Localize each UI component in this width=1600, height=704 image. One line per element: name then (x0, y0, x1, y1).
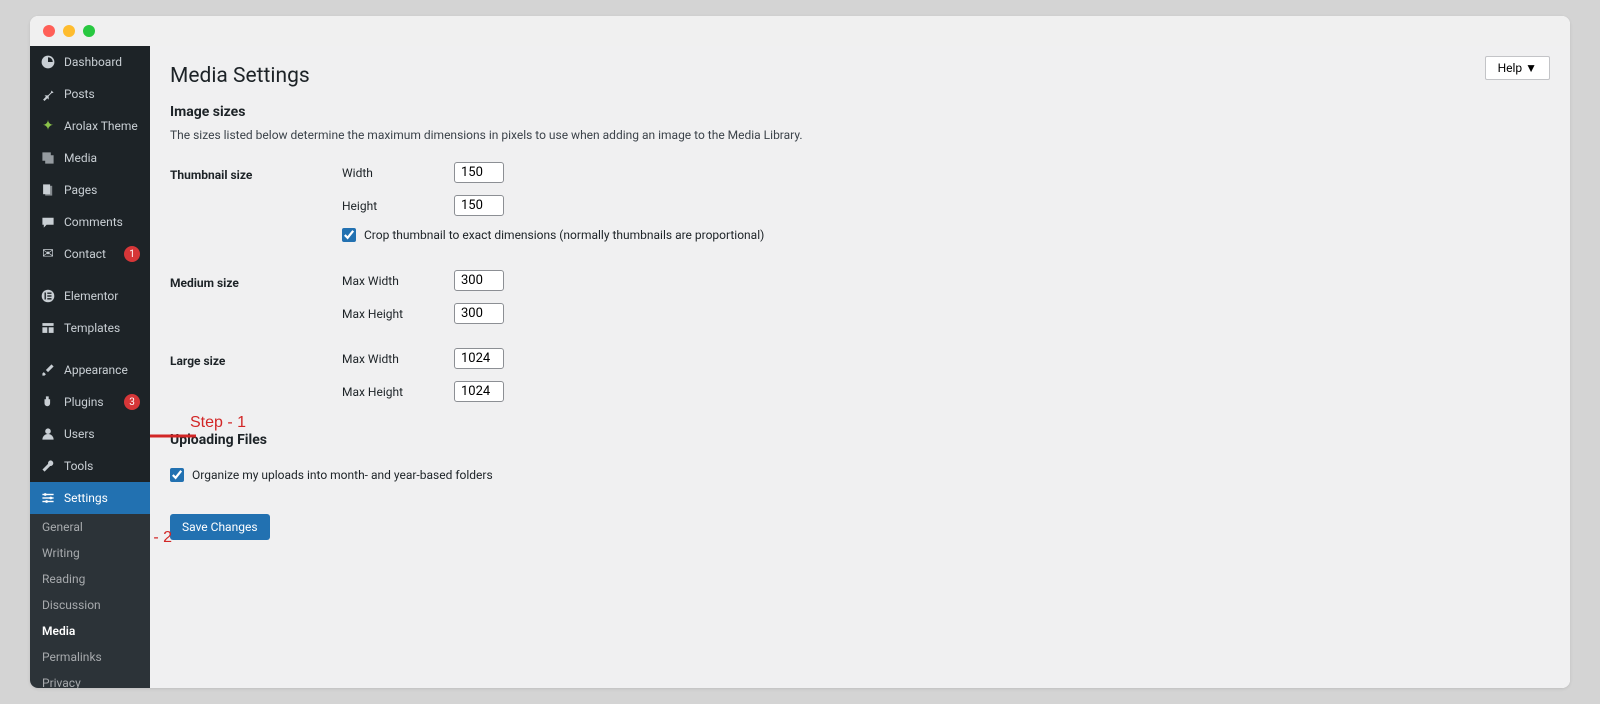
sidebar-item-label: Posts (64, 87, 95, 101)
sidebar-item-users[interactable]: Users (30, 418, 150, 450)
organize-label: Organize my uploads into month- and year… (192, 468, 493, 482)
sidebar-item-comments[interactable]: Comments (30, 206, 150, 238)
submenu-discussion[interactable]: Discussion (30, 592, 150, 618)
annotation-step1: Step - 1 (190, 414, 246, 432)
sidebar-item-label: Pages (64, 183, 97, 197)
section-uploading: Uploading Files (170, 432, 1550, 448)
sidebar-item-label: Media (64, 151, 97, 165)
comments-icon (40, 214, 56, 230)
crop-checkbox[interactable] (342, 228, 356, 242)
thumbnail-label: Thumbnail size (170, 162, 342, 182)
sidebar-item-templates[interactable]: Templates (30, 312, 150, 344)
sidebar-item-label: Appearance (64, 363, 128, 377)
sidebar-item-tools[interactable]: Tools (30, 450, 150, 482)
large-maxw-input[interactable] (454, 348, 504, 369)
sidebar-item-media[interactable]: Media (30, 142, 150, 174)
wrench-icon (40, 458, 56, 474)
window-maximize-dot[interactable] (83, 25, 95, 37)
sidebar-item-label: Users (64, 427, 95, 441)
image-sizes-desc: The sizes listed below determine the max… (170, 128, 1550, 142)
sidebar-item-label: Comments (64, 215, 123, 229)
submenu-reading[interactable]: Reading (30, 566, 150, 592)
sidebar-item-pages[interactable]: Pages (30, 174, 150, 206)
sidebar-item-label: Elementor (64, 289, 118, 303)
submenu-privacy[interactable]: Privacy (30, 670, 150, 688)
sidebar-item-appearance[interactable]: Appearance (30, 354, 150, 386)
submenu-writing[interactable]: Writing (30, 540, 150, 566)
thumb-width-label: Width (342, 166, 442, 180)
sidebar-item-dashboard[interactable]: Dashboard (30, 46, 150, 78)
row-large: Large size Max Width Max Height (170, 348, 1550, 414)
sidebar-item-label: Templates (64, 321, 120, 335)
settings-submenu: General Writing Reading Discussion Media… (30, 514, 150, 688)
large-maxh-input[interactable] (454, 381, 504, 402)
templates-icon (40, 320, 56, 336)
medium-maxh-input[interactable] (454, 303, 504, 324)
sidebar-item-settings[interactable]: Settings (30, 482, 150, 514)
media-icon (40, 150, 56, 166)
pages-icon (40, 182, 56, 198)
medium-maxh-label: Max Height (342, 307, 442, 321)
sidebar-item-arolax[interactable]: ✦ Arolax Theme (30, 110, 150, 142)
sidebar-item-label: Arolax Theme (64, 119, 138, 133)
crop-label: Crop thumbnail to exact dimensions (norm… (364, 228, 764, 242)
envelope-icon: ✉ (40, 246, 56, 262)
brush-icon (40, 362, 56, 378)
sidebar-item-label: Contact (64, 247, 106, 261)
large-label: Large size (170, 348, 342, 368)
sidebar-item-elementor[interactable]: Elementor (30, 280, 150, 312)
plug-icon (40, 394, 56, 410)
help-tab[interactable]: Help ▼ (1485, 56, 1550, 80)
section-image-sizes: Image sizes (170, 104, 1550, 120)
sliders-icon (40, 490, 56, 506)
main-content: Help ▼ Media Settings Image sizes The si… (150, 46, 1570, 688)
window-chrome (30, 16, 1570, 46)
page-title: Media Settings (170, 64, 1550, 88)
organize-checkbox[interactable] (170, 468, 184, 482)
contact-badge: 1 (124, 246, 140, 262)
sidebar-item-label: Settings (64, 491, 108, 505)
window-close-dot[interactable] (43, 25, 55, 37)
sidebar-item-plugins[interactable]: Plugins 3 (30, 386, 150, 418)
sidebar-item-label: Dashboard (64, 55, 122, 69)
sidebar-item-contact[interactable]: ✉ Contact 1 (30, 238, 150, 270)
sidebar-item-label: Plugins (64, 395, 104, 409)
theme-icon: ✦ (40, 118, 56, 134)
large-maxh-label: Max Height (342, 385, 442, 399)
medium-maxw-input[interactable] (454, 270, 504, 291)
submenu-media[interactable]: Media (30, 618, 150, 644)
thumb-height-label: Height (342, 199, 442, 213)
app-body: Dashboard Posts ✦ Arolax Theme Media (30, 46, 1570, 688)
users-icon (40, 426, 56, 442)
sidebar-item-posts[interactable]: Posts (30, 78, 150, 110)
annotation-step2: Step - 2 (150, 529, 172, 547)
pin-icon (40, 86, 56, 102)
medium-label: Medium size (170, 270, 342, 290)
medium-maxw-label: Max Width (342, 274, 442, 288)
large-maxw-label: Max Width (342, 352, 442, 366)
submenu-general[interactable]: General (30, 514, 150, 540)
elementor-icon (40, 288, 56, 304)
plugins-badge: 3 (124, 394, 140, 410)
sidebar-item-label: Tools (64, 459, 93, 473)
browser-window: Dashboard Posts ✦ Arolax Theme Media (30, 16, 1570, 688)
thumb-width-input[interactable] (454, 162, 504, 183)
dashboard-icon (40, 54, 56, 70)
save-button[interactable]: Save Changes (170, 514, 270, 540)
row-thumbnail: Thumbnail size Width Height Crop thumbna… (170, 162, 1550, 262)
admin-sidebar: Dashboard Posts ✦ Arolax Theme Media (30, 46, 150, 688)
window-minimize-dot[interactable] (63, 25, 75, 37)
thumb-height-input[interactable] (454, 195, 504, 216)
submenu-permalinks[interactable]: Permalinks (30, 644, 150, 670)
row-medium: Medium size Max Width Max Height (170, 270, 1550, 336)
